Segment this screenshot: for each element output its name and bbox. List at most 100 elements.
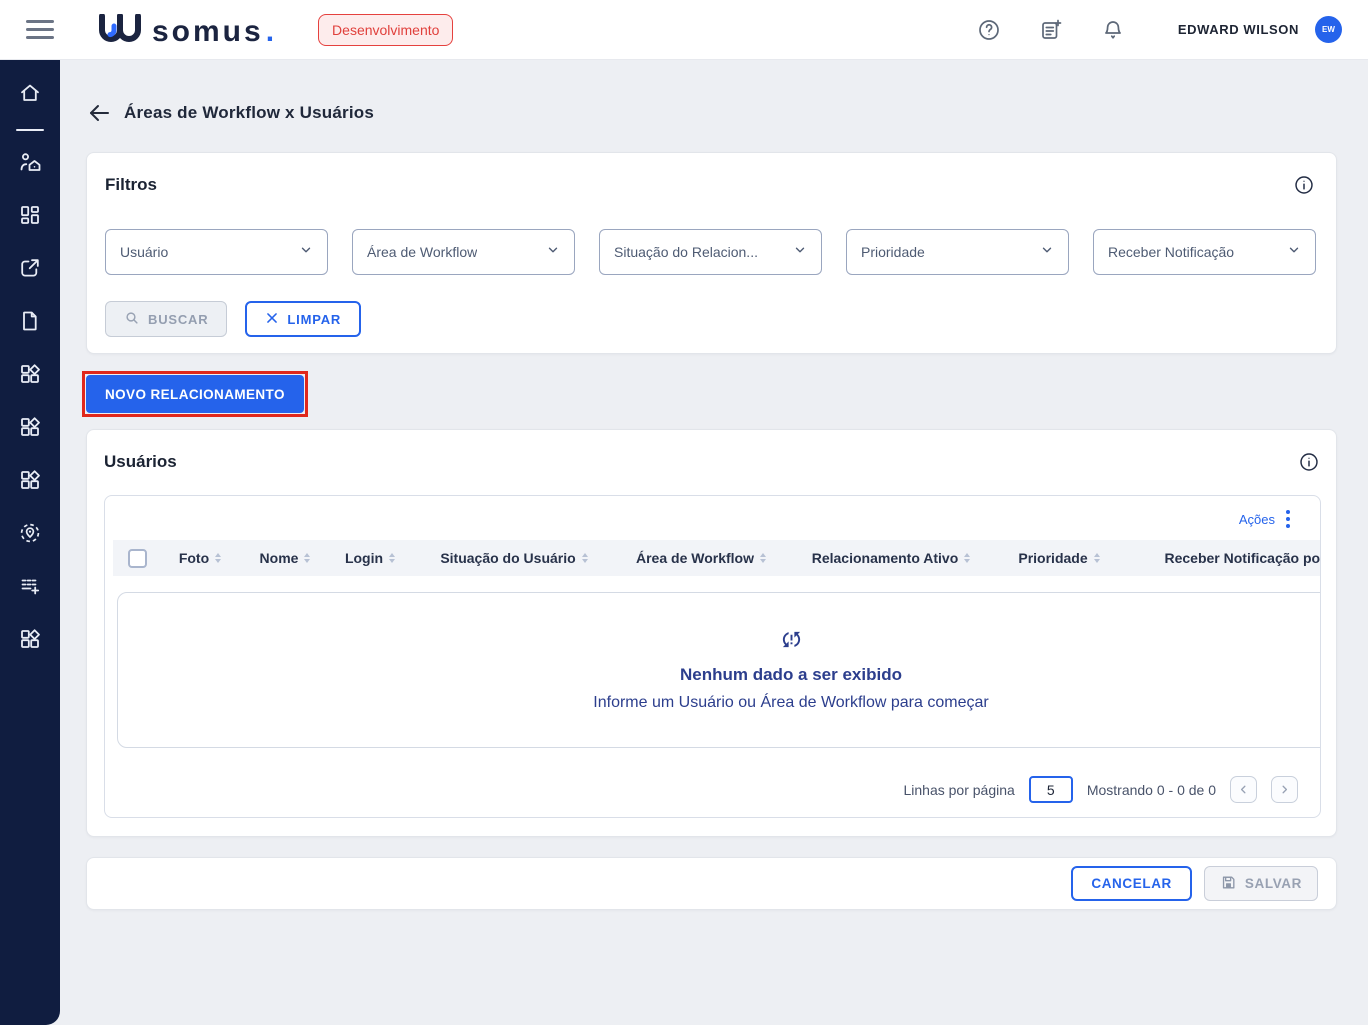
- buscar-label: BUSCAR: [148, 311, 209, 327]
- sidebar-item-documents[interactable]: [0, 304, 60, 342]
- sidebar-item-dashboard[interactable]: [0, 198, 60, 236]
- somus-logo: somus .: [98, 11, 274, 49]
- sidebar-item-modules-1[interactable]: [0, 357, 60, 395]
- select-all-checkbox[interactable]: [127, 548, 147, 568]
- sort-icon: [760, 553, 766, 563]
- column-header-situacao[interactable]: Situação do Usuário: [409, 550, 619, 566]
- external-link-icon: [18, 256, 42, 285]
- dropdown-label: Área de Workflow: [367, 244, 478, 260]
- document-icon: [18, 309, 42, 338]
- help-icon[interactable]: [976, 17, 1002, 43]
- kebab-menu-icon[interactable]: [1284, 508, 1292, 530]
- buscar-button[interactable]: BUSCAR: [105, 301, 228, 337]
- sort-icon: [304, 553, 311, 563]
- annotation-highlight: NOVO RELACIONAMENTO: [82, 371, 308, 417]
- next-page-button[interactable]: [1271, 776, 1298, 803]
- dropdown-label: Usuário: [120, 244, 169, 260]
- back-arrow-icon[interactable]: [86, 100, 112, 126]
- note-add-icon[interactable]: [1038, 17, 1064, 43]
- user-avatar[interactable]: EW: [1315, 16, 1342, 43]
- chevron-down-icon: [1040, 243, 1054, 262]
- filter-dropdown-notificacao[interactable]: Receber Notificação: [1093, 229, 1316, 275]
- column-header-nome[interactable]: Nome: [239, 550, 331, 566]
- main-content: Áreas de Workflow x Usuários Filtros Usu…: [60, 60, 1368, 910]
- column-header-notificacao[interactable]: Receber Notificação por: [1119, 550, 1320, 566]
- column-label: Nome: [259, 550, 299, 566]
- column-label: Área de Workflow: [636, 550, 754, 566]
- sidebar-item-modules-4[interactable]: [0, 622, 60, 660]
- column-label: Relacionamento Ativo: [811, 550, 959, 566]
- page-title-row: Áreas de Workflow x Usuários: [86, 100, 1337, 126]
- dropdown-label: Receber Notificação: [1108, 244, 1235, 260]
- rows-per-page-input[interactable]: [1028, 776, 1073, 803]
- filter-dropdown-usuario[interactable]: Usuário: [105, 229, 328, 275]
- pagination: Linhas por página Mostrando 0 - 0 de 0: [105, 748, 1320, 817]
- dropdown-label: Situação do Relacion...: [614, 244, 758, 260]
- bell-icon[interactable]: [1100, 17, 1126, 43]
- users-card: Usuários Ações Foto Nome Login Situação …: [86, 429, 1337, 837]
- sidebar-item-external[interactable]: [0, 251, 60, 289]
- table-header-row: Foto Nome Login Situação do Usuário Área…: [113, 540, 1320, 576]
- sort-icon: [964, 553, 971, 563]
- info-icon[interactable]: [1292, 173, 1316, 197]
- limpar-label: LIMPAR: [287, 311, 342, 327]
- column-label: Receber Notificação por: [1164, 550, 1320, 566]
- column-header-foto[interactable]: Foto: [161, 550, 239, 566]
- search-icon: [124, 310, 140, 329]
- sidebar-item-modules-2[interactable]: [0, 410, 60, 448]
- chevron-down-icon: [299, 243, 313, 262]
- widgets-icon: [18, 415, 42, 444]
- sidebar-divider: [16, 129, 44, 131]
- sidebar-item-location[interactable]: [0, 516, 60, 554]
- widgets-icon: [18, 468, 42, 497]
- info-icon[interactable]: [1297, 450, 1321, 474]
- footer-actions: CANCELAR SALVAR: [86, 857, 1337, 910]
- sidebar-item-list-add[interactable]: [0, 569, 60, 607]
- environment-badge: Desenvolvimento: [318, 13, 454, 46]
- logo-mark-icon: [98, 12, 142, 49]
- column-header-relacionamento[interactable]: Relacionamento Ativo: [783, 550, 999, 566]
- showing-label: Mostrando 0 - 0 de 0: [1086, 781, 1216, 798]
- sync-problem-icon: [780, 628, 803, 656]
- filters-card: Filtros Usuário Área de Workflow Situaçã…: [86, 152, 1337, 354]
- list-add-icon: [18, 574, 42, 603]
- column-label: Prioridade: [1018, 550, 1088, 566]
- person-house-icon: [18, 150, 42, 179]
- column-header-prioridade[interactable]: Prioridade: [999, 550, 1119, 566]
- filter-dropdown-area-workflow[interactable]: Área de Workflow: [352, 229, 575, 275]
- app-header: somus . Desenvolvimento EDWARD WILSON EW: [0, 0, 1368, 60]
- sort-icon: [1093, 553, 1100, 563]
- salvar-label: SALVAR: [1244, 876, 1302, 891]
- location-icon: [18, 521, 42, 550]
- filter-dropdown-situacao[interactable]: Situação do Relacion...: [599, 229, 822, 275]
- users-title: Usuários: [104, 452, 177, 471]
- home-icon: [18, 81, 42, 110]
- column-header-login[interactable]: Login: [331, 550, 409, 566]
- sort-icon: [581, 553, 588, 563]
- sidebar-item-modules-3[interactable]: [0, 463, 60, 501]
- widgets-icon: [18, 627, 42, 656]
- sidebar-item-user-home[interactable]: [0, 145, 60, 183]
- filter-dropdown-prioridade[interactable]: Prioridade: [846, 229, 1069, 275]
- user-name[interactable]: EDWARD WILSON: [1178, 22, 1299, 37]
- column-header-area-workflow[interactable]: Área de Workflow: [619, 550, 783, 566]
- select-all-cell: [113, 548, 161, 568]
- sort-icon: [215, 553, 222, 563]
- hamburger-menu-icon[interactable]: [26, 20, 54, 39]
- limpar-button[interactable]: LIMPAR: [245, 301, 362, 337]
- acoes-label[interactable]: Ações: [1239, 512, 1275, 527]
- chevron-down-icon: [1287, 243, 1301, 262]
- save-icon: [1220, 874, 1237, 894]
- cancelar-button[interactable]: CANCELAR: [1071, 866, 1192, 901]
- logo-dot: .: [265, 14, 275, 48]
- rows-per-page-label: Linhas por página: [903, 781, 1015, 798]
- sidebar-item-home[interactable]: [0, 76, 60, 114]
- salvar-button[interactable]: SALVAR: [1203, 866, 1318, 901]
- novo-relacionamento-button[interactable]: NOVO RELACIONAMENTO: [86, 375, 304, 413]
- empty-state-subtitle: Informe um Usuário ou Área de Workflow p…: [593, 694, 989, 711]
- filters-title: Filtros: [105, 175, 157, 194]
- dashboard-icon: [18, 203, 42, 232]
- users-table: Ações Foto Nome Login Situação do Usuári…: [104, 495, 1321, 818]
- chevron-down-icon: [793, 243, 807, 262]
- prev-page-button[interactable]: [1230, 776, 1257, 803]
